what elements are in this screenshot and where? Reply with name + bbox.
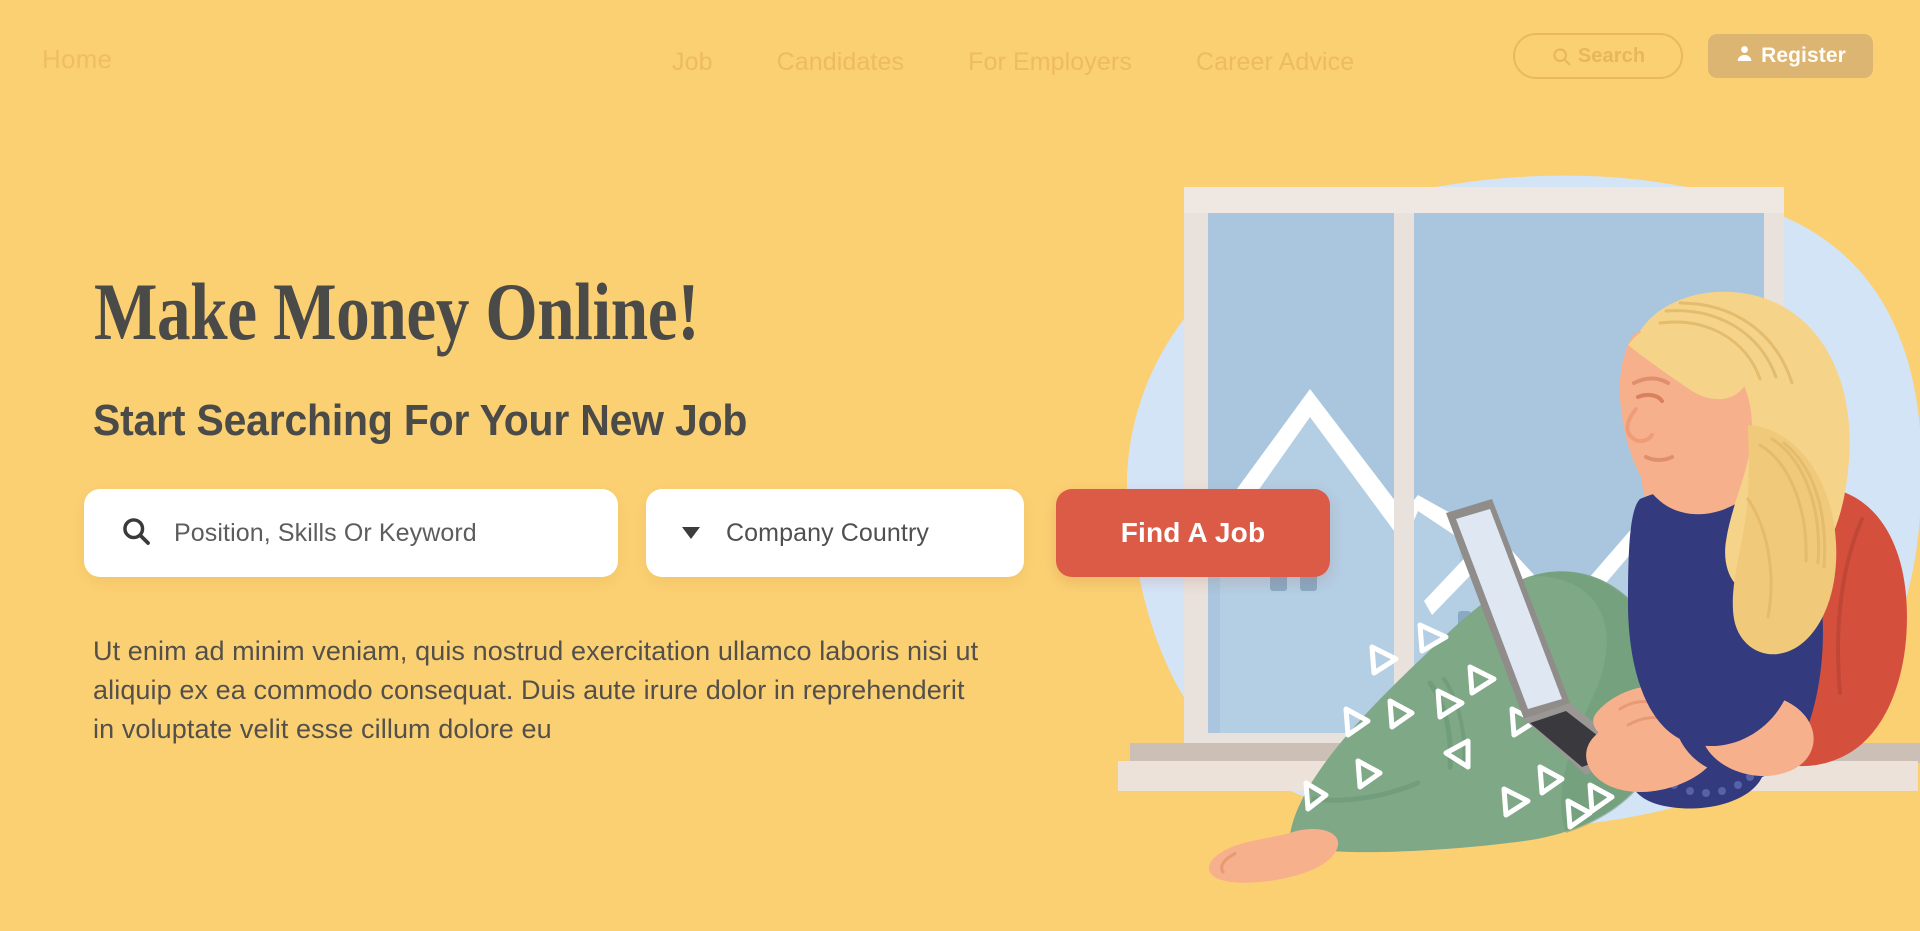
window-scene-right (1412, 495, 1742, 733)
window-sill (1118, 743, 1920, 791)
top-navigation-bar: Home Job Candidates For Employers Career… (0, 0, 1920, 95)
find-a-job-label: Find A Job (1120, 517, 1266, 548)
hero-subheadline: Start Searching For Your New Job (93, 396, 748, 445)
arm-and-hand (1586, 686, 1722, 793)
register-label: Register (1761, 44, 1846, 67)
caret-down-icon (682, 527, 700, 539)
window-mullions (1184, 187, 1784, 755)
cushion (1721, 486, 1907, 767)
nav-link-home[interactable]: Home (42, 44, 112, 75)
nav-search-button[interactable]: Search (1513, 33, 1683, 79)
find-a-job-button[interactable]: Find A Job (1056, 489, 1330, 577)
nav-link-candidates[interactable]: Candidates (777, 48, 904, 77)
register-button[interactable]: Register (1708, 34, 1873, 78)
job-search-form: Position, Skills Or Keyword Company Coun… (84, 489, 1330, 577)
nav-link-job[interactable]: Job (672, 48, 713, 77)
keyword-search-input[interactable]: Position, Skills Or Keyword (84, 489, 618, 577)
laptop (1446, 499, 1634, 775)
keyword-placeholder-text: Position, Skills Or Keyword (174, 518, 477, 547)
pants-pattern (1303, 622, 1615, 830)
landing-page: Home Job Candidates For Employers Career… (0, 0, 1920, 931)
hero-description-text: Ut enim ad minim veniam, quis nostrud ex… (93, 636, 979, 745)
hem-trim (1644, 763, 1754, 797)
nav-links-group: Job Candidates For Employers Career Advi… (672, 48, 1354, 77)
search-icon (120, 515, 152, 552)
search-icon (1551, 46, 1572, 67)
hero-section: Make Money Online! Start Searching For Y… (0, 0, 1330, 931)
hero-headline: Make Money Online! (94, 266, 700, 357)
window-frame (1184, 187, 1784, 755)
person-figure (1208, 291, 1850, 883)
user-icon (1735, 44, 1754, 68)
face (1619, 319, 1779, 515)
nav-link-career-advice[interactable]: Career Advice (1196, 48, 1354, 77)
bare-foot (1208, 828, 1339, 883)
nav-link-for-employers[interactable]: For Employers (968, 48, 1132, 77)
company-country-select[interactable]: Company Country (646, 489, 1024, 577)
nav-search-label: Search (1577, 44, 1646, 67)
country-placeholder-text: Company Country (726, 518, 929, 547)
hair (1628, 291, 1850, 655)
sleeve-trim (1688, 655, 1780, 681)
